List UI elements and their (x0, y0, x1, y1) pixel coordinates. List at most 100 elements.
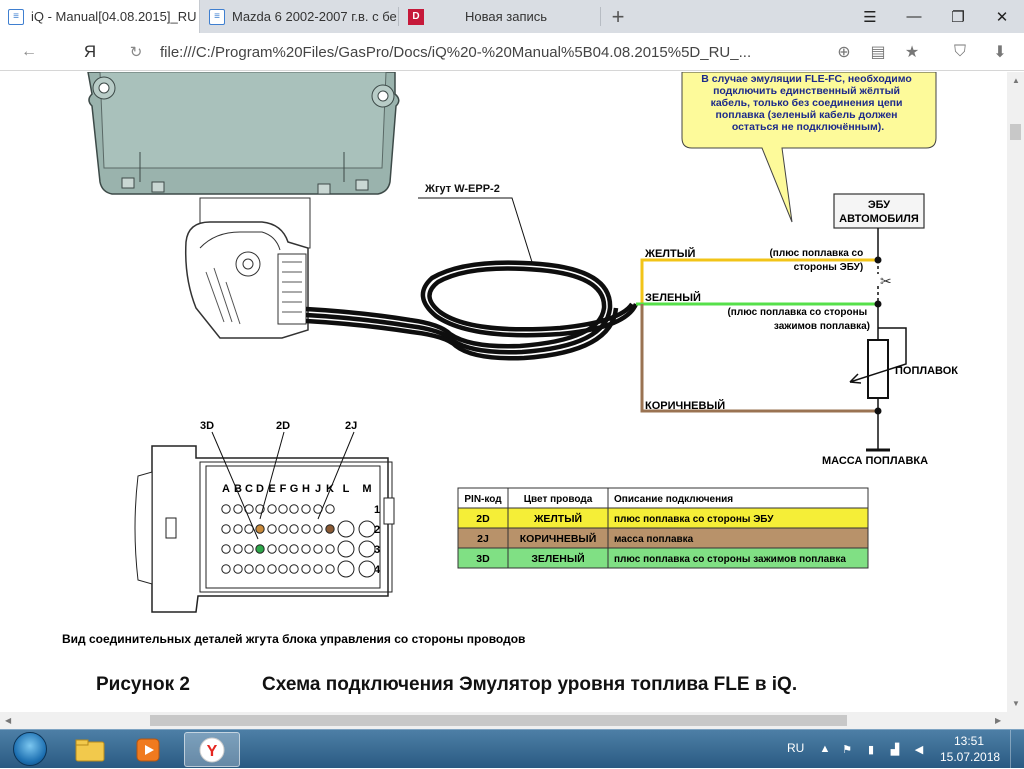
pin-column-label: A (222, 483, 230, 495)
pin-table: PIN-код Цвет провода Описание подключения 2… (457, 487, 869, 569)
connector-pin (325, 564, 335, 574)
table-cell-desc: плюс поплавка со стороны ЭБУ (614, 514, 774, 525)
volume-icon[interactable]: ◀ (912, 742, 926, 756)
media-player-icon (136, 738, 160, 761)
vertical-scrollbar[interactable]: ▲ ▼ (1007, 72, 1024, 712)
document-viewport[interactable]: Жгут W-EPP-2 В случае эмуляции FLE-FC, н… (0, 72, 1007, 712)
harness-connector-plug (184, 197, 311, 339)
connector-pin (233, 544, 243, 554)
show-desktop-button[interactable] (1010, 730, 1024, 769)
horizontal-scroll-thumb[interactable] (150, 715, 847, 726)
green-wire-label: ЗЕЛЕНЫЙ (645, 291, 701, 304)
new-tab-button[interactable]: + (596, 0, 640, 33)
scroll-down-icon[interactable]: ▼ (1012, 699, 1020, 708)
ecu-label: ЭБУ (868, 199, 890, 211)
connector-pin (289, 524, 299, 534)
connector-pin (337, 560, 355, 578)
svg-text:В случае эмуляции FLE-FC, нео: В случае эмуляции FLE-FC, необходимо под… (701, 73, 914, 133)
connector-pin (267, 504, 277, 514)
connector-pin (267, 564, 277, 574)
url-field[interactable]: file:///C:/Program%20Files/GasPro/Docs/i… (160, 44, 751, 61)
tab-title: Новая запись (465, 9, 548, 24)
callout-line: подключить единственный жёлтый (713, 85, 900, 97)
svg-text:Y: Y (207, 743, 218, 760)
table-header-cell: Описание подключения (614, 494, 733, 505)
menu-icon[interactable]: ☰ (848, 0, 892, 33)
pin-column-label: M (362, 483, 371, 495)
table-cell-color: ЖЕЛТЫЙ (533, 512, 582, 525)
downloads-icon[interactable]: ⬇ (990, 42, 1010, 62)
yandex-browser-icon: Y (199, 737, 225, 762)
vertical-scroll-thumb[interactable] (1010, 124, 1021, 140)
connector-pin (325, 524, 335, 534)
tab-title: Mazda 6 2002-2007 г.в. с бензиновым (232, 9, 397, 24)
connector-pin (267, 524, 277, 534)
page-icon: ≡ (8, 8, 24, 25)
taskbar-yandex-button[interactable]: Y (184, 732, 240, 767)
address-bar: ← Я ↻ file:///C:/Program%20Files/GasPro/… (0, 33, 1024, 71)
network-icon[interactable]: ▟ (888, 742, 902, 756)
yellow-wire-desc: (плюс поплавка со (769, 248, 863, 259)
restore-icon[interactable]: ❐ (936, 0, 980, 33)
connector-pin (289, 544, 299, 554)
table-cell-pin: 2D (476, 513, 490, 525)
harness-leader-line (418, 197, 533, 263)
connector-pin (325, 544, 335, 554)
pin-column-label: D (256, 483, 264, 495)
clock-date[interactable]: 15.07.2018 (940, 750, 1000, 764)
battery-icon[interactable]: ▮ (864, 742, 878, 756)
scroll-up-icon[interactable]: ▲ (1012, 76, 1020, 85)
bookmark-star-icon[interactable]: ★ (902, 42, 922, 62)
connector-pin (289, 504, 299, 514)
vehicle-ecu-box: ЭБУ АВТОМОБИЛЯ (833, 193, 925, 229)
ecu-label: АВТОМОБИЛЯ (839, 213, 919, 225)
tab-title: iQ - Manual[04.08.2015]_RU (31, 9, 197, 24)
callout-line: поплавка (зеленый кабель должен (716, 109, 898, 121)
scroll-left-icon[interactable]: ◀ (5, 716, 11, 725)
reader-mode-icon[interactable]: ▤ (868, 42, 888, 62)
taskbar-explorer-button[interactable] (62, 732, 118, 767)
table-header-cell: Цвет провода (524, 494, 593, 505)
connector-pin (301, 524, 311, 534)
protect-shield-icon[interactable]: ⛉ (950, 42, 970, 62)
connector-pin (313, 544, 323, 554)
scroll-right-icon[interactable]: ▶ (995, 716, 1001, 725)
start-button[interactable] (3, 731, 57, 767)
connector-pin (278, 544, 288, 554)
callout-line: кабель, только без соединения цепи (711, 97, 903, 109)
connector-caption: Вид соединительных деталей жгута блока у… (62, 632, 525, 646)
tab-iq-manual[interactable]: ≡ iQ - Manual[04.08.2015]_RU (0, 0, 200, 33)
clock-time[interactable]: 13:51 (954, 734, 984, 748)
windows-logo-icon (13, 732, 47, 766)
connector-pin (233, 524, 243, 534)
connector-pin (301, 564, 311, 574)
connector-pin (289, 564, 299, 574)
horizontal-scrollbar[interactable]: ◀ ▶ (0, 712, 1024, 729)
taskbar-media-button[interactable] (120, 732, 176, 767)
connector-pin (313, 524, 323, 534)
language-indicator[interactable]: RU (787, 741, 804, 755)
windows-taskbar: Y RU ▲ ⚑ ▮ ▟ ◀ 13:51 15.07.2018 (0, 729, 1024, 769)
table-cell-desc: плюс поплавка со стороны зажимов поплавк… (614, 554, 846, 565)
wiring-diagram: Жгут W-EPP-2 В случае эмуляции FLE-FC, н… (62, 72, 958, 695)
close-window-icon[interactable]: ✕ (980, 0, 1024, 33)
minimize-icon[interactable]: — (892, 0, 936, 33)
tab-mazda[interactable]: ≡ Mazda 6 2002-2007 г.в. с бензиновым (201, 0, 397, 33)
ecu-module-drawing (87, 72, 400, 195)
harness-label: Жгут W-EPP-2 (424, 183, 500, 195)
zoom-icon[interactable]: ⊕ (834, 42, 854, 62)
tray-expand-icon[interactable]: ▲ (818, 742, 832, 756)
yandex-logo-icon[interactable]: Я (78, 39, 102, 65)
callout-line: остаться не подключённым). (732, 121, 884, 133)
connector-pin (313, 564, 323, 574)
figure-number: Рисунок 2 (96, 674, 190, 695)
table-cell-color: ЗЕЛЕНЫЙ (531, 552, 584, 565)
scissors-icon: ✂ (880, 273, 892, 289)
reload-icon[interactable]: ↻ (124, 39, 148, 65)
pin-row-label: 1 (374, 504, 380, 516)
back-arrow-icon[interactable]: ← (14, 39, 44, 65)
d-logo-icon: D (408, 8, 424, 25)
connector-pin (255, 564, 265, 574)
action-center-icon[interactable]: ⚑ (840, 742, 854, 756)
tab-new-post[interactable]: D Новая запись (400, 0, 598, 33)
